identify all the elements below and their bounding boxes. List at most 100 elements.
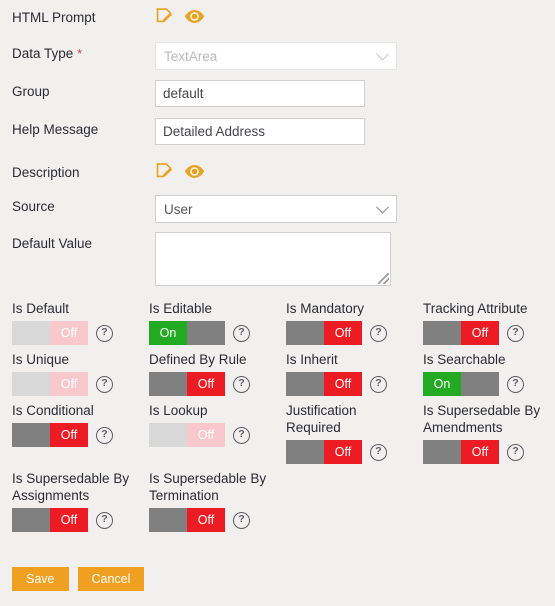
chevron-down-icon bbox=[376, 47, 389, 61]
field-control bbox=[155, 161, 555, 181]
toggle-label: Is Searchable bbox=[423, 352, 506, 367]
toggle-half-right: Off bbox=[50, 423, 88, 447]
toggle-half-left bbox=[12, 423, 50, 447]
toggle-half-left bbox=[149, 508, 187, 532]
form-row-data-type: Data Type * TextArea bbox=[0, 42, 555, 70]
toggle-label: Defined By Rule bbox=[149, 352, 247, 367]
toggle-label: Is Unique bbox=[12, 352, 70, 367]
help-icon[interactable]: ? bbox=[370, 375, 387, 393]
source-select[interactable]: User bbox=[155, 195, 397, 223]
toggle-label: Is Supersedable By Termination bbox=[149, 471, 267, 503]
eye-icon[interactable] bbox=[184, 162, 205, 181]
cancel-button[interactable]: Cancel bbox=[77, 567, 145, 591]
selected-value: User bbox=[164, 201, 193, 217]
toggle-switch-is-searchable[interactable]: On bbox=[423, 372, 499, 396]
toggle-cell-is-supersedable-by-termination: Is Supersedable By Termination Off? bbox=[149, 470, 286, 538]
toggle-half-right: Off bbox=[50, 321, 88, 345]
toggle-row: Off? bbox=[286, 372, 423, 396]
edit-note-icon[interactable] bbox=[155, 7, 174, 26]
toggle-half-right: Off bbox=[187, 423, 225, 447]
toggle-options-grid: Is Default Off? Is Editable On? Is Mandatory… bbox=[12, 300, 547, 538]
toggle-switch-is-supersedable-by-termination[interactable]: Off bbox=[149, 508, 225, 532]
toggle-half-right: Off bbox=[461, 321, 499, 345]
toggle-cell-is-supersedable-by-amendments: Is Supersedable By Amendments Off? bbox=[423, 402, 555, 470]
toggle-row: Off? bbox=[149, 508, 286, 532]
help-icon[interactable]: ? bbox=[507, 443, 524, 461]
toggle-switch-is-supersedable-by-assignments[interactable]: Off bbox=[12, 508, 88, 532]
toggle-half-left bbox=[12, 372, 50, 396]
toggle-half-right: Off bbox=[324, 321, 362, 345]
group-input[interactable] bbox=[155, 80, 365, 107]
field-label: Data Type * bbox=[12, 46, 83, 61]
toggle-cell-is-mandatory: Is Mandatory Off? bbox=[286, 300, 423, 351]
toggle-half-left bbox=[286, 440, 324, 464]
field-control bbox=[155, 80, 555, 107]
icon-actions bbox=[155, 161, 555, 181]
toggle-switch-defined-by-rule[interactable]: Off bbox=[149, 372, 225, 396]
help-icon[interactable]: ? bbox=[233, 511, 250, 529]
toggle-half-right: Off bbox=[50, 372, 88, 396]
help-icon[interactable]: ? bbox=[233, 324, 250, 342]
toggle-switch-is-conditional[interactable]: Off bbox=[12, 423, 88, 447]
data-type-select[interactable]: TextArea bbox=[155, 42, 397, 70]
help-icon[interactable]: ? bbox=[96, 324, 113, 342]
toggle-switch-is-mandatory[interactable]: Off bbox=[286, 321, 362, 345]
help-icon[interactable]: ? bbox=[233, 375, 250, 393]
help-icon[interactable]: ? bbox=[96, 511, 113, 529]
eye-icon[interactable] bbox=[184, 7, 205, 26]
field-control bbox=[155, 118, 555, 145]
resize-grip-icon[interactable] bbox=[378, 273, 389, 284]
toggle-half-left: On bbox=[423, 372, 461, 396]
toggle-row: Off? bbox=[12, 508, 149, 532]
icon-actions bbox=[155, 6, 555, 26]
toggle-cell-justification-required: Justification Required Off? bbox=[286, 402, 423, 470]
field-label: Source bbox=[12, 199, 55, 214]
toggle-cell-is-inherit: Is Inherit Off? bbox=[286, 351, 423, 402]
help-icon[interactable]: ? bbox=[96, 375, 113, 393]
help-icon[interactable]: ? bbox=[370, 324, 387, 342]
toggle-switch-is-inherit[interactable]: Off bbox=[286, 372, 362, 396]
toggle-half-left bbox=[149, 372, 187, 396]
toggle-row: On? bbox=[149, 321, 286, 345]
toggle-half-left bbox=[12, 508, 50, 532]
help-icon[interactable]: ? bbox=[507, 324, 524, 342]
toggle-switch-is-supersedable-by-amendments[interactable]: Off bbox=[423, 440, 499, 464]
form-actions: Save Cancel bbox=[12, 567, 145, 591]
toggle-half-left bbox=[286, 321, 324, 345]
toggle-half-right: Off bbox=[187, 372, 225, 396]
toggle-label: Is Supersedable By Amendments bbox=[423, 403, 541, 435]
toggle-switch-is-lookup: Off bbox=[149, 423, 225, 447]
help-icon[interactable]: ? bbox=[507, 375, 524, 393]
form-row-help-message: Help Message bbox=[0, 118, 555, 145]
toggle-label: Is Inherit bbox=[286, 352, 338, 367]
help-icon[interactable]: ? bbox=[370, 443, 387, 461]
toggle-switch-tracking-attribute[interactable]: Off bbox=[423, 321, 499, 345]
toggle-switch-justification-required[interactable]: Off bbox=[286, 440, 362, 464]
toggle-half-right: Off bbox=[324, 440, 362, 464]
field-label: Group bbox=[12, 84, 50, 99]
toggle-label: Is Mandatory bbox=[286, 301, 365, 316]
attribute-properties-form: HTML Prompt Data Type * TextArea Group Help… bbox=[0, 0, 555, 606]
form-row-description: Description bbox=[0, 161, 555, 181]
default-value-textarea[interactable] bbox=[155, 232, 391, 286]
toggle-cell-defined-by-rule: Defined By Rule Off? bbox=[149, 351, 286, 402]
toggle-switch-is-editable[interactable]: On bbox=[149, 321, 225, 345]
help-message-input[interactable] bbox=[155, 118, 365, 145]
required-marker: * bbox=[77, 46, 83, 61]
help-icon[interactable]: ? bbox=[96, 426, 113, 444]
field-control: TextArea bbox=[155, 42, 555, 70]
toggle-cell-is-default: Is Default Off? bbox=[12, 300, 149, 351]
help-icon[interactable]: ? bbox=[233, 426, 250, 444]
toggle-switch-is-unique: Off bbox=[12, 372, 88, 396]
toggle-label: Is Lookup bbox=[149, 403, 208, 418]
toggle-half-right: Off bbox=[187, 508, 225, 532]
toggle-label: Justification Required bbox=[286, 403, 357, 435]
edit-note-icon[interactable] bbox=[155, 162, 174, 181]
toggle-half-right: Off bbox=[461, 440, 499, 464]
toggle-half-right bbox=[187, 321, 225, 345]
toggle-label: Tracking Attribute bbox=[423, 301, 528, 316]
save-button[interactable]: Save bbox=[12, 567, 69, 591]
toggle-cell-is-editable: Is Editable On? bbox=[149, 300, 286, 351]
toggle-half-right: Off bbox=[50, 508, 88, 532]
toggle-half-left: On bbox=[149, 321, 187, 345]
